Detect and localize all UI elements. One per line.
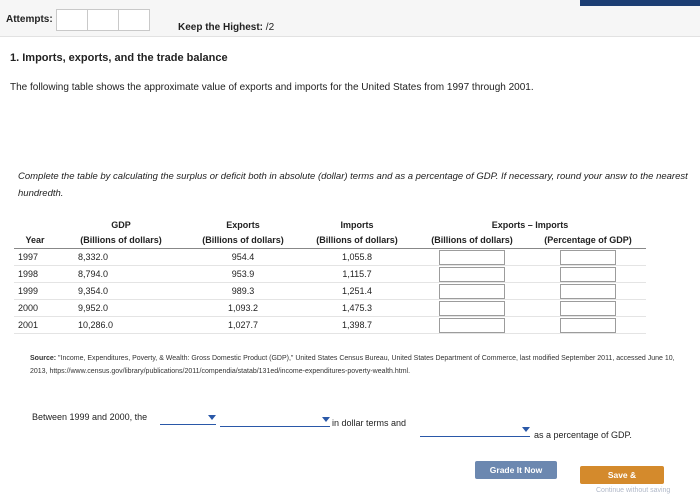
- answer-abs-input[interactable]: [439, 249, 505, 265]
- chevron-down-icon: [322, 417, 330, 422]
- save-and-continue-button[interactable]: Save & Continue: [580, 466, 664, 498]
- row-year: 1998: [14, 265, 56, 283]
- answer-pct-input[interactable]: [560, 283, 616, 299]
- sentence-part-3: as a percentage of GDP.: [534, 430, 632, 440]
- row-imports: 1,475.3: [300, 299, 414, 317]
- keep-highest-value: /2: [265, 22, 275, 33]
- table-row: 1998 8,794.0 953.9 1,115.7: [14, 265, 646, 283]
- row-year: 1999: [14, 282, 56, 300]
- row-exports: 953.9: [186, 265, 300, 283]
- row-imports: 1,055.8: [300, 248, 414, 266]
- answer-pct-input[interactable]: [560, 266, 616, 282]
- sentence-part-2: in dollar terms and: [332, 418, 407, 428]
- table-row: 2001 10,286.0 1,027.7 1,398.7: [14, 316, 646, 334]
- answer-abs-input[interactable]: [439, 300, 505, 316]
- row-year: 1997: [14, 248, 56, 266]
- answer-pct-input[interactable]: [560, 317, 616, 333]
- top-bar: Attempts: Keep the Highest: /2: [0, 0, 700, 37]
- question-instructions: Complete the table by calculating the su…: [18, 171, 688, 199]
- attempt-box-3: [118, 9, 150, 31]
- question-intro: The following table shows the approximat…: [10, 82, 534, 93]
- keep-highest-text: Keep the Highest:: [178, 22, 264, 33]
- row-gdp: 10,286.0: [56, 316, 186, 334]
- row-gdp: 9,354.0: [56, 282, 186, 300]
- trade-table: GDP Exports Imports Exports – Imports Ye…: [14, 218, 646, 334]
- attempt-indicators: [56, 9, 150, 31]
- brand-strip: [580, 0, 700, 6]
- question-title: 1. Imports, exports, and the trade balan…: [10, 52, 228, 64]
- row-gdp: 8,332.0: [56, 248, 186, 266]
- source-label: Source:: [30, 355, 57, 362]
- keep-highest-label: Keep the Highest: /2: [178, 22, 274, 33]
- header-imports: Imports: [340, 220, 374, 230]
- row-year: 2001: [14, 316, 56, 334]
- header-diff-pct: (Percentage of GDP): [530, 233, 646, 249]
- chevron-down-icon: [522, 427, 530, 432]
- change-amount-dropdown[interactable]: [220, 414, 330, 427]
- row-exports: 1,093.2: [186, 299, 300, 317]
- attempts-label: Attempts:: [6, 14, 53, 25]
- header-gdp: GDP: [111, 220, 131, 230]
- row-year: 2000: [14, 299, 56, 317]
- header-imports-units: (Billions of dollars): [300, 233, 414, 249]
- answer-pct-input[interactable]: [560, 249, 616, 265]
- table-row: 2000 9,952.0 1,093.2 1,475.3: [14, 299, 646, 317]
- sentence-part-1: Between 1999 and 2000, the: [32, 412, 148, 422]
- row-imports: 1,398.7: [300, 316, 414, 334]
- row-gdp: 8,794.0: [56, 265, 186, 283]
- row-exports: 1,027.7: [186, 316, 300, 334]
- trade-status-dropdown[interactable]: [160, 412, 216, 425]
- percentage-change-dropdown[interactable]: [420, 424, 530, 437]
- header-exports: Exports: [226, 220, 260, 230]
- answer-pct-input[interactable]: [560, 300, 616, 316]
- attempt-box-1: [56, 9, 88, 31]
- row-gdp: 9,952.0: [56, 299, 186, 317]
- header-exports-units: (Billions of dollars): [186, 233, 300, 249]
- row-imports: 1,251.4: [300, 282, 414, 300]
- attempt-box-2: [87, 9, 119, 31]
- source-text: "Income, Expenditures, Poverty, & Wealth…: [30, 355, 675, 375]
- answer-abs-input[interactable]: [439, 317, 505, 333]
- table-row: 1997 8,332.0 954.4 1,055.8: [14, 248, 646, 266]
- header-year: Year: [14, 233, 56, 249]
- table-row: 1999 9,354.0 989.3 1,251.4: [14, 282, 646, 300]
- row-exports: 989.3: [186, 282, 300, 300]
- source-note: Source: "Income, Expenditures, Poverty, …: [30, 352, 690, 378]
- header-diff-abs: (Billions of dollars): [414, 233, 530, 249]
- answer-abs-input[interactable]: [439, 266, 505, 282]
- header-gdp-units: (Billions of dollars): [56, 233, 186, 249]
- grade-it-now-button[interactable]: Grade It Now: [475, 461, 557, 479]
- row-exports: 954.4: [186, 248, 300, 266]
- row-imports: 1,115.7: [300, 265, 414, 283]
- answer-abs-input[interactable]: [439, 283, 505, 299]
- chevron-down-icon: [208, 415, 216, 420]
- header-diff: Exports – Imports: [491, 220, 569, 230]
